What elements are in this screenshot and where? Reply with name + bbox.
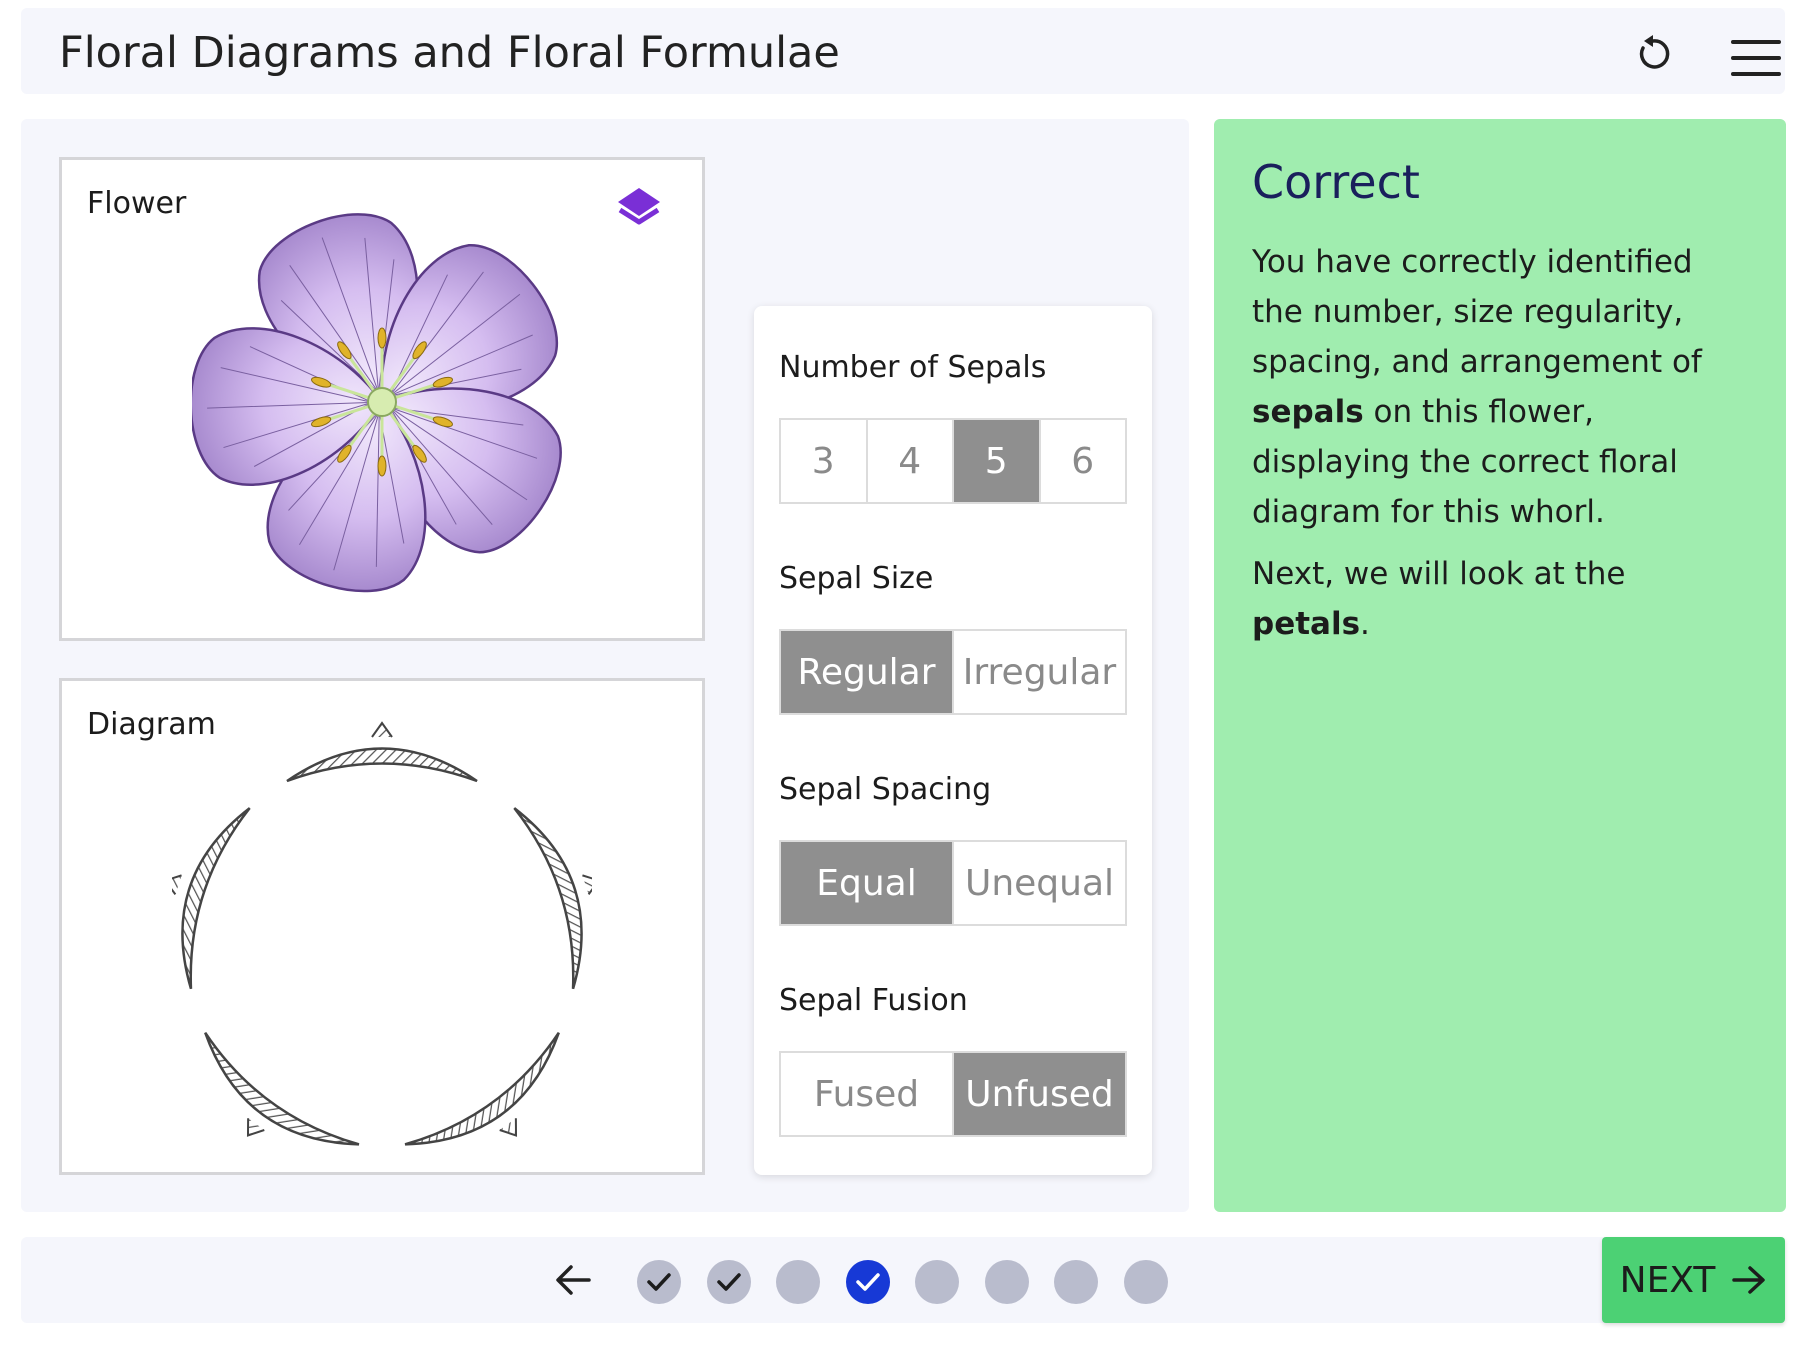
- sepal-shape: [286, 747, 478, 783]
- diagram-card: Diagram: [59, 678, 705, 1175]
- sepal-size-selector: Regular Irregular: [779, 629, 1127, 715]
- sepal-spacing-selector: Equal Unequal: [779, 840, 1127, 926]
- sepal-size-option[interactable]: Regular: [781, 631, 954, 713]
- flower-label: Flower: [87, 186, 187, 221]
- num-sepals-label: Number of Sepals: [779, 350, 1047, 385]
- sepal-controls-panel: Number of Sepals 3 4 5 6 Sepal Size Regu…: [754, 306, 1152, 1175]
- back-button[interactable]: [551, 1259, 595, 1301]
- checkmark-icon: [716, 1273, 741, 1291]
- progress-step-dot[interactable]: [845, 1260, 890, 1304]
- sepal-fusion-label: Sepal Fusion: [779, 983, 968, 1018]
- sepal-spacing-option[interactable]: Unequal: [954, 842, 1125, 924]
- feedback-title: Correct: [1252, 155, 1420, 209]
- reset-icon: [1639, 35, 1670, 69]
- sepal-size-option[interactable]: Irregular: [954, 631, 1125, 713]
- num-sepals-selector: 3 4 5 6: [779, 418, 1127, 504]
- reset-button[interactable]: [1633, 34, 1673, 74]
- feedback-panel: Correct You have correctly identified th…: [1214, 119, 1786, 1212]
- arrow-right-icon: [1732, 1266, 1766, 1294]
- sepal-shape: [513, 807, 583, 990]
- flower-card: Flower: [59, 157, 705, 641]
- sepal-fusion-selector: Fused Unfused: [779, 1051, 1127, 1137]
- sepal-fusion-option[interactable]: Unfused: [954, 1053, 1125, 1135]
- checkmark-icon: [855, 1273, 880, 1291]
- feedback-body: You have correctly identified the number…: [1252, 237, 1752, 661]
- feedback-paragraph: Next, we will look at the petals.: [1252, 556, 1626, 642]
- num-sepals-option[interactable]: 3: [781, 420, 868, 502]
- num-sepals-option[interactable]: 5: [954, 420, 1041, 502]
- sepal-size-label: Sepal Size: [779, 561, 934, 596]
- layers-button[interactable]: [614, 184, 664, 234]
- feedback-paragraph: You have correctly identified the number…: [1252, 244, 1702, 530]
- sepal-shape: [181, 807, 251, 990]
- flower-illustration: [192, 213, 562, 593]
- sepal-shape: [204, 1031, 360, 1146]
- page-title: Floral Diagrams and Floral Formulae: [59, 28, 840, 78]
- next-button[interactable]: NEXT: [1602, 1237, 1785, 1323]
- progress-step-dot[interactable]: [915, 1260, 959, 1304]
- footer-bar: NEXT: [21, 1237, 1785, 1323]
- next-label: NEXT: [1619, 1259, 1716, 1301]
- menu-button[interactable]: [1731, 40, 1781, 78]
- progress-step-dot[interactable]: [776, 1260, 820, 1304]
- checkmark-icon: [647, 1273, 671, 1291]
- sepal-fusion-option[interactable]: Fused: [781, 1053, 954, 1135]
- progress-step-dot[interactable]: [706, 1260, 751, 1304]
- header-bar: Floral Diagrams and Floral Formulae: [21, 8, 1785, 94]
- floral-diagram: [172, 721, 592, 1146]
- num-sepals-option[interactable]: 4: [868, 420, 954, 502]
- progress-step-dot[interactable]: [637, 1260, 681, 1304]
- sepal-shape: [404, 1031, 560, 1146]
- flower-center: [367, 387, 397, 417]
- progress-step-dot[interactable]: [984, 1260, 1029, 1304]
- hamburger-menu-icon: [1731, 40, 1781, 44]
- sepal-spacing-option[interactable]: Equal: [781, 842, 954, 924]
- progress-step-dot[interactable]: [1123, 1260, 1168, 1304]
- arrow-left-icon: [556, 1265, 591, 1295]
- num-sepals-option[interactable]: 6: [1041, 420, 1126, 502]
- progress-step-dot[interactable]: [1054, 1260, 1098, 1304]
- layers-icon: [618, 188, 660, 225]
- sepal-spacing-label: Sepal Spacing: [779, 772, 992, 807]
